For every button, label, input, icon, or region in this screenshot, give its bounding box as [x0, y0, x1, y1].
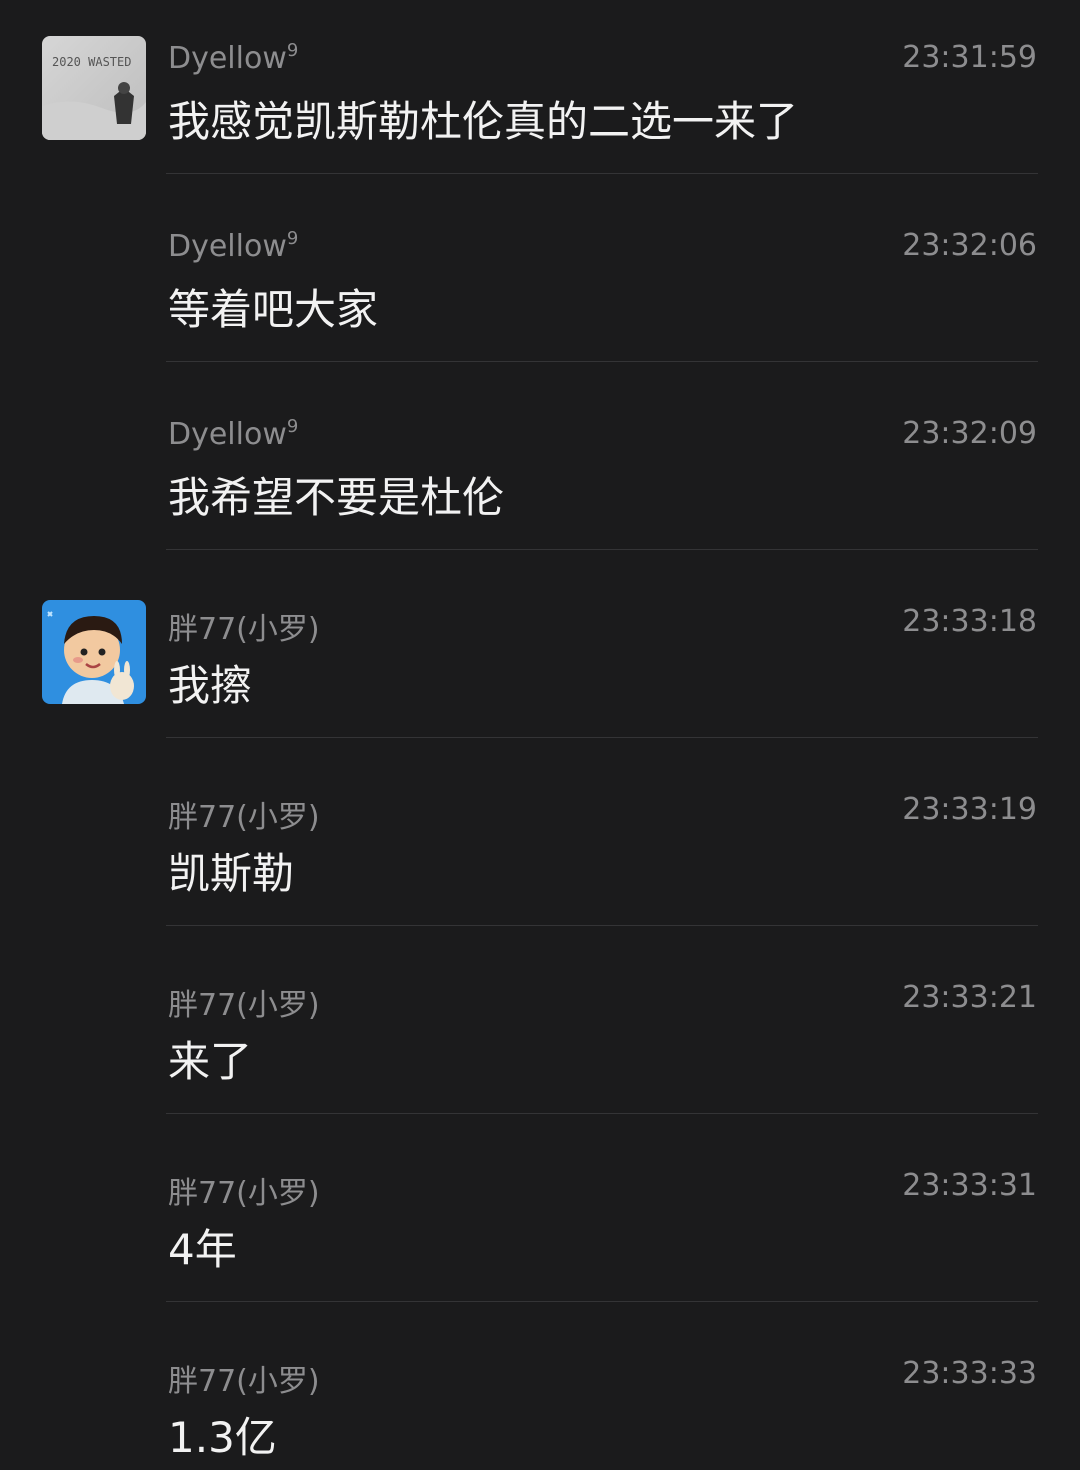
sender-name: Dyellow9	[168, 40, 299, 76]
chat-message[interactable]: Dyellow9 23:32:09 我希望不要是杜伦	[0, 376, 1080, 564]
message-text[interactable]: 我希望不要是杜伦	[168, 464, 504, 525]
dyellow-avatar-image: 2020 WASTED	[42, 36, 146, 140]
message-divider	[166, 361, 1038, 362]
message-timestamp: 23:31:59	[902, 40, 1037, 75]
message-timestamp: 23:33:33	[902, 1356, 1037, 1391]
message-divider	[166, 1113, 1038, 1114]
chat-message[interactable]: Dyellow9 23:32:06 等着吧大家	[0, 188, 1080, 376]
chat-message[interactable]: 胖77(小罗) 23:33:31 4年	[0, 1128, 1080, 1316]
message-text[interactable]: 4年	[168, 1216, 237, 1277]
message-text[interactable]: 我擦	[168, 652, 252, 713]
message-timestamp: 23:33:21	[902, 980, 1037, 1015]
user-avatar[interactable]	[42, 600, 146, 704]
message-timestamp: 23:33:19	[902, 792, 1037, 827]
chat-message-list[interactable]: 2020 WASTED Dyellow9 23:31:59 我感觉凯斯勒杜伦真的…	[0, 0, 1080, 1470]
message-divider	[166, 925, 1038, 926]
sender-name: 胖77(小罗)	[168, 1364, 320, 1399]
message-divider	[166, 1301, 1038, 1302]
message-text[interactable]: 来了	[168, 1028, 252, 1089]
message-divider	[166, 173, 1038, 174]
sender-superscript: 9	[286, 40, 299, 61]
message-timestamp: 23:32:06	[902, 228, 1037, 263]
sender-superscript: 9	[286, 416, 299, 437]
chat-message[interactable]: 胖77(小罗) 23:33:21 来了	[0, 940, 1080, 1128]
message-text[interactable]: 等着吧大家	[168, 276, 378, 337]
message-divider	[166, 737, 1038, 738]
sender-name: 胖77(小罗)	[168, 612, 320, 647]
chat-message[interactable]: 2020 WASTED Dyellow9 23:31:59 我感觉凯斯勒杜伦真的…	[0, 0, 1080, 188]
message-timestamp: 23:32:09	[902, 416, 1037, 451]
message-text[interactable]: 1.3亿	[168, 1404, 277, 1465]
cartoon-boy-avatar-image	[42, 600, 146, 704]
message-divider	[166, 549, 1038, 550]
sender-name: 胖77(小罗)	[168, 1176, 320, 1211]
avatar-text: 2020 WASTED	[52, 55, 131, 69]
sender-name: Dyellow9	[168, 416, 299, 452]
user-avatar[interactable]: 2020 WASTED	[42, 36, 146, 140]
message-timestamp: 23:33:18	[902, 604, 1037, 639]
sender-name: Dyellow9	[168, 228, 299, 264]
message-timestamp: 23:33:31	[902, 1168, 1037, 1203]
sender-name: 胖77(小罗)	[168, 800, 320, 835]
sender-name: 胖77(小罗)	[168, 988, 320, 1023]
sender-superscript: 9	[286, 228, 299, 249]
message-text[interactable]: 凯斯勒	[168, 840, 294, 901]
chat-message[interactable]: 胖77(小罗) 23:33:33 1.3亿	[0, 1316, 1080, 1470]
chat-message[interactable]: 胖77(小罗) 23:33:18 我擦	[0, 564, 1080, 752]
message-text[interactable]: 我感觉凯斯勒杜伦真的二选一来了	[168, 88, 798, 149]
chat-message[interactable]: 胖77(小罗) 23:33:19 凯斯勒	[0, 752, 1080, 940]
